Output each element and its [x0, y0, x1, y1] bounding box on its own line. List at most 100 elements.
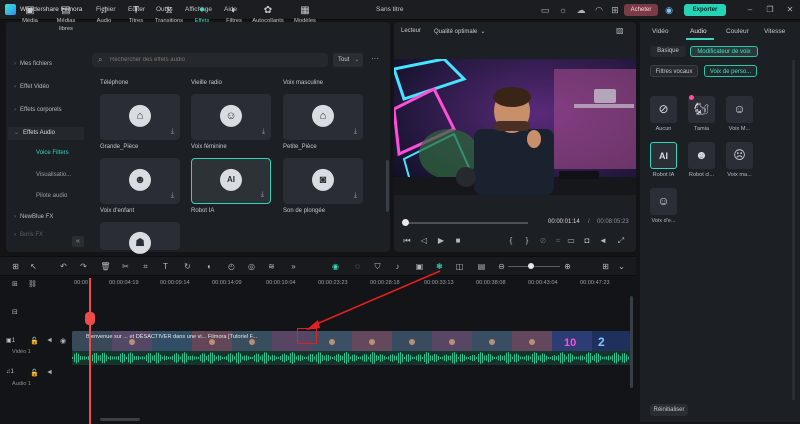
voice-card-robot-classique[interactable]: ☻ [688, 142, 715, 169]
progress-handle[interactable] [402, 219, 409, 226]
zoom-in-icon[interactable]: ⊕ [562, 261, 573, 272]
effect-card-petite-piece[interactable]: ⌂ ⤓ [283, 94, 363, 140]
tool-filtres[interactable]: ◐ Filtres [218, 4, 250, 28]
voice-card-robot-ia[interactable]: AI [650, 142, 677, 169]
lock-icon[interactable]: 🔓 [30, 337, 39, 345]
speaker-icon[interactable]: ◄ [46, 337, 53, 344]
sidebar-item-effet-video[interactable]: › Effet Vidéo [8, 81, 84, 94]
pip-icon[interactable]: ◫ [454, 261, 465, 272]
zoom-out-icon[interactable]: ⊖ [496, 261, 507, 272]
chip-voix-de-personnage[interactable]: Voix de perso... [704, 65, 757, 77]
filter-dropdown[interactable]: Tout ⌄ [333, 53, 363, 67]
stop-icon[interactable]: ■ [453, 236, 463, 246]
subtab-modificateur-de-voix[interactable]: Modificateur de voix [690, 46, 758, 57]
volume-icon[interactable]: ◄ [598, 236, 608, 246]
audio-waveform[interactable] [72, 351, 630, 365]
search-input[interactable] [110, 54, 320, 66]
collapse-sidebar-button[interactable]: « [72, 236, 84, 247]
effect-card-robot-ia[interactable]: AI ⤓ [191, 158, 271, 204]
chip-filtres-vocaux[interactable]: Filtres vocaux [650, 65, 698, 77]
monitor-icon[interactable]: ▭ [540, 5, 550, 15]
grid-icon[interactable]: ⊞ [610, 5, 620, 15]
snapshot-icon[interactable]: ▨ [616, 26, 624, 35]
zoom-handle[interactable] [528, 263, 534, 269]
tool-modeles[interactable]: ▦ Modèles [289, 4, 321, 28]
sidebar-item-effets-audio[interactable]: ⌄ Effets Audio [8, 127, 84, 140]
redo-icon[interactable]: ↷ [78, 261, 89, 272]
subtitle-icon[interactable]: ▤ [476, 261, 487, 272]
timeline-vertical-scrollbar[interactable] [630, 296, 633, 388]
mark-in-icon[interactable]: { [506, 236, 516, 246]
sidebar-item-voice-filters[interactable]: Voice Filters [8, 147, 84, 160]
effect-card-voix-feminine[interactable]: ☺ ⤓ [191, 94, 271, 140]
add-track-icon[interactable]: ⊞ [12, 280, 18, 288]
tab-vitesse[interactable]: Vitesse [764, 28, 785, 35]
lock-icon[interactable]: 🔓 [30, 369, 39, 377]
step-back-icon[interactable]: ◁ [419, 236, 429, 246]
sidebar-item-mes-fichiers[interactable]: › Mes fichiers [8, 58, 84, 71]
effect-card-voix-denfant[interactable]: ☻ ⤓ [100, 158, 180, 204]
exporter-button[interactable]: Exporter [684, 4, 726, 16]
effect-card-son-de-plongee[interactable]: ◙ ⤓ [283, 158, 363, 204]
speed-icon[interactable]: ◴ [226, 261, 237, 272]
sidebar-item-visualisation[interactable]: Visualisatio... [8, 169, 84, 182]
playhead-handle[interactable] [85, 312, 95, 325]
minimize-icon[interactable]: – [744, 4, 756, 16]
crop-icon[interactable]: ⌗ [553, 236, 563, 246]
mask-icon[interactable]: ◎ [246, 261, 257, 272]
text-icon[interactable]: T [160, 261, 171, 272]
mark-out-icon[interactable]: } [522, 236, 532, 246]
delete-icon[interactable]: 🗑 [100, 261, 111, 272]
voice-card-voix-masque[interactable]: ☹ [726, 142, 753, 169]
tool-transitions[interactable]: ⧖ Transitions [153, 4, 185, 28]
split-icon[interactable]: ⊘ [538, 236, 548, 246]
settings-grid-icon[interactable]: ⊞ [600, 261, 611, 272]
acheter-button[interactable]: Acheter [624, 4, 658, 16]
cloud-icon[interactable]: ☁ [576, 5, 586, 15]
tool-audio[interactable]: ♫ Audio [88, 4, 120, 28]
reset-button[interactable]: Réinitialiser [650, 404, 688, 416]
tab-video[interactable]: Vidéo [652, 28, 669, 35]
tool-titres[interactable]: T Titres [120, 4, 152, 28]
tool-autocollants[interactable]: ✿ Autocollants [252, 4, 284, 28]
maximize-icon[interactable]: ❐ [764, 4, 776, 16]
subtab-basique[interactable]: Basique [650, 46, 686, 57]
track-options-icon[interactable]: ⊟ [12, 308, 18, 316]
tool-effets[interactable]: ✦ Effets [186, 4, 218, 28]
account-icon[interactable]: ◉ [664, 5, 674, 15]
link-icon[interactable]: ⛓ [28, 280, 37, 288]
more-tools-icon[interactable]: » [288, 261, 299, 272]
more-options-icon[interactable]: ··· [368, 53, 382, 67]
close-icon[interactable]: ✕ [784, 4, 796, 16]
effect-card-grande-piece[interactable]: ⌂ ⤓ [100, 94, 180, 140]
layout-icon[interactable]: ⊞ [10, 261, 21, 272]
quality-dropdown[interactable]: Qualité optimale ⌄ [434, 28, 485, 35]
library-scrollbar[interactable] [386, 160, 389, 212]
chevron-down-icon[interactable]: ⌄ [616, 261, 627, 272]
voice-card-aucun[interactable]: ⊘ [650, 96, 677, 123]
tab-couleur[interactable]: Couleur [726, 28, 749, 35]
tool-media[interactable]: ▣ Média [14, 4, 46, 28]
voice-card-tamia[interactable]: 🐿 [688, 96, 715, 123]
search-box[interactable]: ⌕ [92, 53, 328, 67]
properties-scrollbar[interactable] [792, 60, 795, 400]
zoom-slider[interactable] [508, 266, 560, 267]
cut-icon[interactable]: ✂ [120, 261, 131, 272]
speaker-icon[interactable]: ◄ [46, 369, 53, 376]
headphones-icon[interactable]: ◠ [594, 5, 604, 15]
audio-edit-icon[interactable]: ≋ [266, 261, 277, 272]
pointer-icon[interactable]: ↖ [28, 261, 39, 272]
sidebar-item-newblue-fx[interactable]: › NewBlue FX [8, 211, 84, 224]
tab-audio[interactable]: Audio [690, 28, 707, 35]
previous-frame-icon[interactable]: ⏮ [402, 236, 412, 246]
display-icon[interactable]: ▭ [566, 236, 576, 246]
play-icon[interactable]: ▶ [436, 236, 446, 246]
player-progress-bar[interactable] [404, 222, 528, 224]
effect-card-partial[interactable]: ☗ [100, 222, 180, 255]
eye-icon[interactable]: ◉ [60, 337, 66, 345]
voice-card-voix-m[interactable]: ☺ [726, 96, 753, 123]
voice-card-voix-denfant[interactable]: ☺ [650, 188, 677, 215]
crop-icon[interactable]: ⌗ [140, 261, 151, 272]
undo-icon[interactable]: ↶ [58, 261, 69, 272]
rotate-icon[interactable]: ↻ [182, 261, 193, 272]
